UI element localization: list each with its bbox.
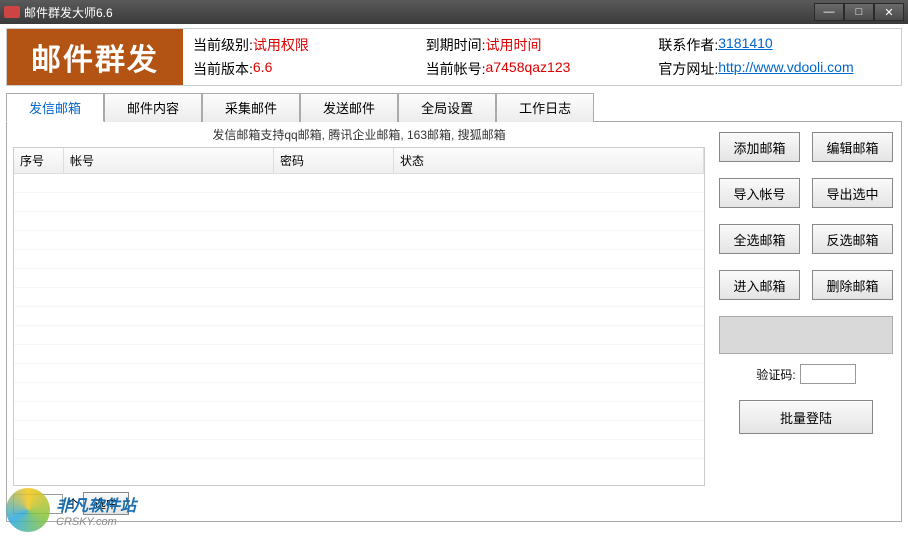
- header-panel: 邮件群发 当前级别:试用权限 到期时间:试用时间 联系作者:3181410 当前…: [6, 28, 902, 86]
- account-value: a7458qaz123: [486, 59, 571, 79]
- count-unit: 个: [67, 495, 79, 512]
- select-button[interactable]: 选中: [83, 492, 129, 515]
- export-selected-button[interactable]: 导出选中: [812, 178, 893, 208]
- tab-mail-content[interactable]: 邮件内容: [104, 93, 202, 122]
- table-body[interactable]: [14, 174, 704, 474]
- captcha-input[interactable]: [800, 364, 856, 384]
- count-input[interactable]: [13, 494, 63, 514]
- mailbox-table: 序号 帐号 密码 状态: [13, 147, 705, 486]
- table-footer: 个 选中: [7, 486, 711, 521]
- edit-mailbox-button[interactable]: 编辑邮箱: [812, 132, 893, 162]
- expire-label: 到期时间:: [426, 35, 486, 55]
- select-all-button[interactable]: 全选邮箱: [719, 224, 800, 254]
- add-mailbox-button[interactable]: 添加邮箱: [719, 132, 800, 162]
- tab-bar: 发信邮箱 邮件内容 采集邮件 发送邮件 全局设置 工作日志: [6, 92, 902, 122]
- site-label: 官方网址:: [658, 59, 718, 79]
- col-password[interactable]: 密码: [274, 148, 394, 173]
- import-account-button[interactable]: 导入帐号: [719, 178, 800, 208]
- tab-global-settings[interactable]: 全局设置: [398, 93, 496, 122]
- level-label: 当前级别:: [193, 35, 253, 55]
- app-icon: [4, 6, 20, 18]
- invert-selection-button[interactable]: 反选邮箱: [812, 224, 893, 254]
- tab-send-mailbox[interactable]: 发信邮箱: [6, 93, 104, 122]
- tab-collect-mail[interactable]: 采集邮件: [202, 93, 300, 122]
- version-value: 6.6: [253, 59, 272, 79]
- hint-text: 发信邮箱支持qq邮箱, 腾讯企业邮箱, 163邮箱, 搜狐邮箱: [7, 122, 711, 147]
- close-button[interactable]: ✕: [874, 3, 904, 21]
- content-area: 发信邮箱支持qq邮箱, 腾讯企业邮箱, 163邮箱, 搜狐邮箱 序号 帐号 密码…: [6, 122, 902, 522]
- author-label: 联系作者:: [658, 35, 718, 55]
- captcha-label: 验证码:: [756, 366, 795, 383]
- expire-value: 试用时间: [486, 35, 542, 55]
- batch-login-button[interactable]: 批量登陆: [739, 400, 873, 434]
- col-status[interactable]: 状态: [394, 148, 704, 173]
- level-value: 试用权限: [253, 35, 309, 55]
- site-link[interactable]: http://www.vdooli.com: [718, 59, 853, 79]
- left-panel: 发信邮箱支持qq邮箱, 腾讯企业邮箱, 163邮箱, 搜狐邮箱 序号 帐号 密码…: [7, 122, 711, 521]
- app-logo-text: 邮件群发: [7, 29, 183, 85]
- enter-mailbox-button[interactable]: 进入邮箱: [719, 270, 800, 300]
- captcha-image-box: [719, 316, 893, 354]
- author-link[interactable]: 3181410: [718, 35, 773, 55]
- tab-work-log[interactable]: 工作日志: [496, 93, 594, 122]
- minimize-button[interactable]: —: [814, 3, 844, 21]
- delete-mailbox-button[interactable]: 删除邮箱: [812, 270, 893, 300]
- maximize-button[interactable]: □: [844, 3, 874, 21]
- col-account[interactable]: 帐号: [64, 148, 274, 173]
- tab-send-mail[interactable]: 发送邮件: [300, 93, 398, 122]
- col-index[interactable]: 序号: [14, 148, 64, 173]
- info-grid: 当前级别:试用权限 到期时间:试用时间 联系作者:3181410 当前版本:6.…: [183, 29, 901, 85]
- account-label: 当前帐号:: [426, 59, 486, 79]
- table-header: 序号 帐号 密码 状态: [14, 148, 704, 174]
- right-panel: 添加邮箱 编辑邮箱 导入帐号 导出选中 全选邮箱 反选邮箱 进入邮箱 删除邮箱 …: [711, 122, 901, 521]
- title-bar: 邮件群发大师6.6 — □ ✕: [0, 0, 908, 24]
- version-label: 当前版本:: [193, 59, 253, 79]
- window-title: 邮件群发大师6.6: [24, 4, 814, 21]
